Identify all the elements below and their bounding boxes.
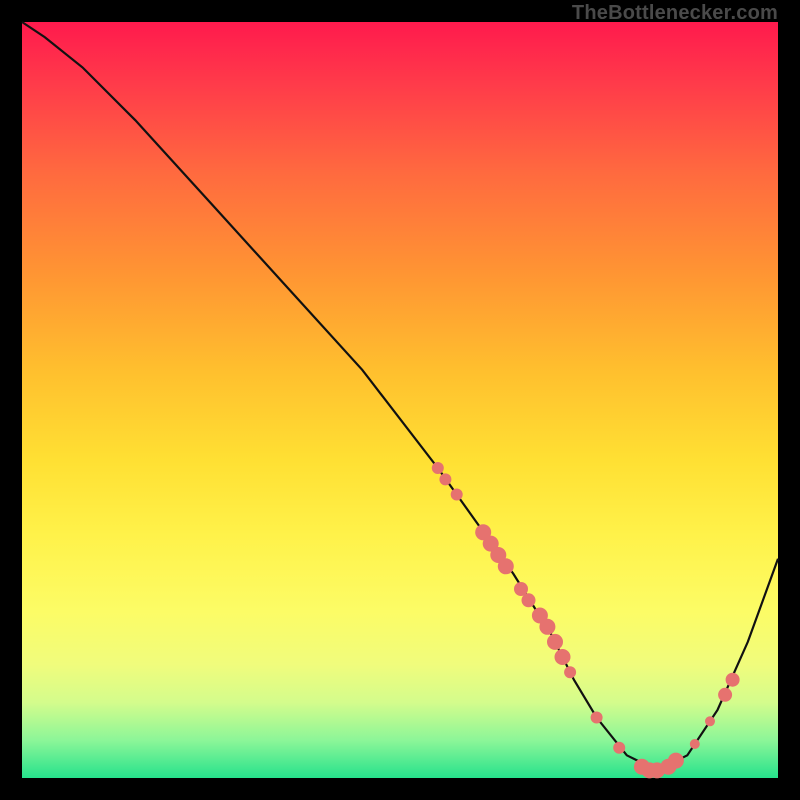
curve-marker bbox=[498, 558, 514, 574]
curve-marker bbox=[690, 739, 700, 749]
curve-marker bbox=[705, 716, 715, 726]
curve-marker bbox=[668, 753, 684, 769]
curve-marker bbox=[451, 489, 463, 501]
curve-marker bbox=[522, 593, 536, 607]
curve-marker bbox=[439, 473, 451, 485]
curve-marker bbox=[539, 619, 555, 635]
curve-marker bbox=[718, 688, 732, 702]
bottleneck-chart-svg bbox=[22, 22, 778, 778]
bottleneck-curve bbox=[22, 22, 778, 770]
curve-marker bbox=[591, 712, 603, 724]
curve-marker bbox=[564, 666, 576, 678]
chart-plot-area bbox=[22, 22, 778, 778]
watermark-text: TheBottlenecker.com bbox=[572, 2, 778, 25]
curve-marker bbox=[555, 649, 571, 665]
curve-marker bbox=[726, 673, 740, 687]
curve-marker bbox=[613, 742, 625, 754]
curve-marker bbox=[547, 634, 563, 650]
curve-markers bbox=[432, 462, 740, 778]
curve-marker bbox=[432, 462, 444, 474]
